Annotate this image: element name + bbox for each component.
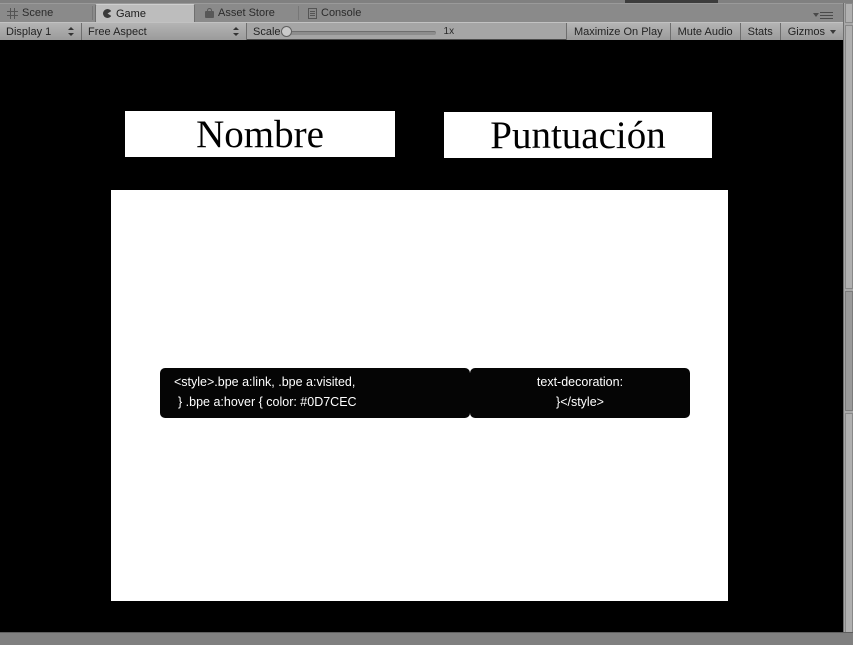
scrollbar-segment <box>845 3 853 23</box>
shopping-bag-icon <box>205 8 214 18</box>
tab-asset-store[interactable]: Asset Store <box>198 4 298 22</box>
pacman-icon <box>103 9 112 18</box>
gizmos-button[interactable]: Gizmos <box>779 23 843 40</box>
name-column-header-text: Nombre <box>196 112 324 156</box>
scale-slider-handle[interactable] <box>280 26 292 37</box>
code-overlay-left: <style>.bpe a:link, .bpe a:visited, } .b… <box>160 368 470 418</box>
maximize-on-play-label: Maximize On Play <box>573 25 663 38</box>
scrollbar-segment <box>845 413 853 643</box>
code-overlay-left-line-2: } .bpe a:hover { color: #0D7CEC <box>178 395 357 409</box>
game-view-canvas[interactable]: Nombre Puntuación <style>.bpe a:link, .b… <box>0 40 843 632</box>
code-overlay-right-line-2: }</style> <box>556 395 604 409</box>
tab-separator <box>298 6 299 20</box>
document-icon <box>308 7 317 19</box>
chevron-updown-icon <box>233 26 240 37</box>
tab-game-label: Game <box>116 7 146 20</box>
mute-audio-label: Mute Audio <box>677 25 733 38</box>
scrollbar-thumb[interactable] <box>845 291 853 411</box>
display-dropdown-label: Display 1 <box>6 25 52 38</box>
tab-console[interactable]: Console <box>301 4 383 22</box>
scale-label: Scale <box>253 25 281 38</box>
status-bar <box>0 632 853 645</box>
mute-audio-button[interactable]: Mute Audio <box>669 23 740 40</box>
tab-scene[interactable]: Scene <box>0 4 92 22</box>
stats-button[interactable]: Stats <box>739 23 780 40</box>
maximize-on-play-button[interactable]: Maximize On Play <box>565 23 670 40</box>
hamburger-menu-icon[interactable] <box>813 10 833 20</box>
scrollbar-segment <box>845 25 853 289</box>
chevron-updown-icon <box>68 26 75 37</box>
unity-editor-window: Scene Game Asset Store Console Display 1 <box>0 0 853 645</box>
tab-separator <box>92 6 93 20</box>
aspect-dropdown-label: Free Aspect <box>88 25 147 38</box>
toolbar-right-group: Maximize On Play Mute Audio Stats Gizmos <box>565 23 843 40</box>
code-overlay-left-line-1: <style>.bpe a:link, .bpe a:visited, <box>174 375 356 390</box>
tab-scene-label: Scene <box>22 7 54 19</box>
scale-slider-group[interactable]: Scale 1x <box>247 23 460 40</box>
grid-icon <box>7 7 18 19</box>
game-view-toolbar: Display 1 Free Aspect Scale 1x Maximize … <box>0 22 843 40</box>
scale-value: 1x <box>443 26 455 37</box>
score-column-header: Puntuación <box>444 112 712 158</box>
vertical-scrollbar[interactable] <box>843 3 853 645</box>
code-overlay-right: text-decoration: }</style> <box>470 368 690 418</box>
code-overlay-right-line-1: text-decoration: <box>536 375 624 390</box>
chevron-down-icon[interactable] <box>830 29 836 34</box>
score-column-header-text: Puntuación <box>490 113 666 157</box>
tab-game[interactable]: Game <box>95 4 195 22</box>
name-column-header: Nombre <box>125 111 395 157</box>
editor-tab-bar: Scene Game Asset Store Console <box>0 3 843 22</box>
stats-label: Stats <box>747 25 773 38</box>
tab-asset-store-label: Asset Store <box>218 7 275 19</box>
aspect-dropdown[interactable]: Free Aspect <box>82 23 247 40</box>
gizmos-label: Gizmos <box>787 25 825 38</box>
tab-console-label: Console <box>321 7 362 19</box>
display-dropdown[interactable]: Display 1 <box>0 23 82 40</box>
scale-slider[interactable] <box>280 23 436 40</box>
